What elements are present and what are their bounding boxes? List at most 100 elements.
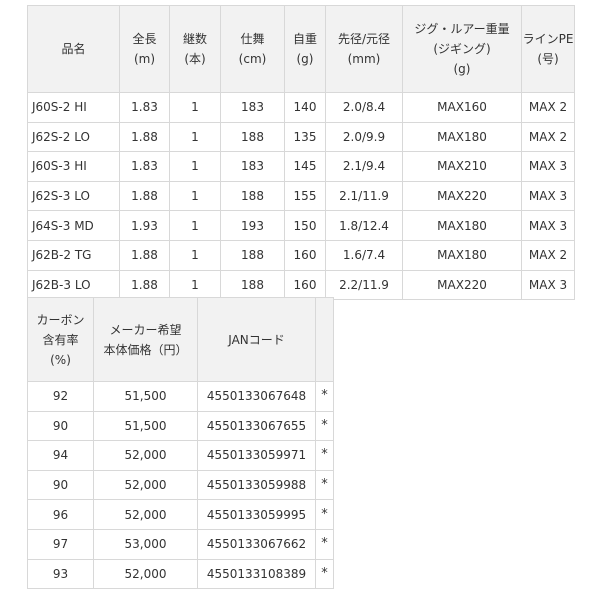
spec-table: 品名 全長 (m) 継数 (本) 仕舞 (cm) 自重 (g) 先径/元径 (mm) ジグ・ルアー重量…	[27, 5, 575, 301]
spec-cell: 1.88	[119, 269, 170, 301]
spec-header-line: 仕舞	[240, 32, 265, 46]
spec-cell: J62S-3 LO	[27, 180, 120, 212]
spec-cell: 2.0/8.4	[325, 92, 403, 123]
price-cell: 4550133059995	[197, 499, 316, 530]
spec-cell: 1.83	[119, 151, 170, 182]
price-cell: 52,000	[93, 499, 198, 530]
price-cell: 4550133067662	[197, 528, 316, 560]
table-row: J64S-3 MD 1.93 1 193 150 1.8/12.4 MAX180 MAX 3	[27, 210, 575, 241]
spec-header-cell: 先径/元径 (mm)	[325, 5, 403, 93]
price-cell: 51,500	[93, 381, 198, 412]
spec-cell: J62B-3 LO	[27, 269, 120, 301]
price-header-cell: カーボン 含有率 (%)	[27, 297, 94, 382]
spec-cell: MAX220	[402, 269, 522, 301]
spec-cell: 150	[284, 210, 326, 241]
table-row: J62B-3 LO 1.88 1 188 160 2.2/11.9 MAX220 MAX 3	[27, 269, 575, 301]
spec-cell: MAX180	[402, 121, 522, 153]
price-header-line: 本体価格（円）	[103, 342, 188, 357]
price-cell: 92	[27, 381, 94, 412]
price-cell: 97	[27, 528, 94, 560]
spec-cell: 160	[284, 239, 326, 271]
price-cell: 96	[27, 499, 94, 530]
spec-cell: MAX 3	[521, 151, 575, 182]
spec-cell: 183	[220, 92, 285, 123]
table-row: 93 52,000 4550133108389 *	[27, 558, 334, 590]
spec-cell: 1	[169, 269, 221, 301]
spec-cell: MAX 2	[521, 239, 575, 271]
spec-cell: 1	[169, 239, 221, 271]
spec-header-line: 先径/元径	[337, 32, 391, 46]
spec-cell: MAX 3	[521, 269, 575, 301]
spec-cell: MAX 3	[521, 180, 575, 212]
spec-cell: 1.8/12.4	[325, 210, 403, 241]
price-cell: 52,000	[93, 558, 198, 590]
spec-header-line: (m)	[133, 52, 156, 66]
price-header-line: 含有率	[42, 332, 79, 347]
spec-cell: MAX180	[402, 210, 522, 241]
price-cell: 94	[27, 440, 94, 471]
spec-header-line: (cm)	[238, 52, 267, 66]
price-body: 92 51,500 4550133067648 * 90 51,500 4550133067…	[27, 381, 334, 590]
price-cell: 4550133108389	[197, 558, 316, 590]
spec-cell: MAX 3	[521, 210, 575, 241]
price-cell: 51,500	[93, 410, 198, 442]
spec-cell: J60S-3 HI	[27, 151, 120, 182]
spec-header-line: 継数	[182, 32, 207, 46]
price-header-row: カーボン 含有率 (%) メーカー希望 本体価格（円） JANコード	[27, 297, 334, 382]
spec-cell: 135	[284, 121, 326, 153]
spec-cell: 160	[284, 269, 326, 301]
spec-cell: 145	[284, 151, 326, 182]
spec-cell: J62S-2 LO	[27, 121, 120, 153]
spec-cell: 1	[169, 210, 221, 241]
spec-cell: 1.88	[119, 180, 170, 212]
spec-cell: 188	[220, 121, 285, 153]
spec-header-cell: 全長 (m)	[119, 5, 170, 93]
price-cell: *	[315, 381, 334, 412]
spec-cell: MAX 2	[521, 92, 575, 123]
spec-cell: 188	[220, 180, 285, 212]
table-row: 92 51,500 4550133067648 *	[27, 381, 334, 412]
spec-cell: 183	[220, 151, 285, 182]
price-header-line: (%)	[50, 352, 71, 367]
spec-header-cell: 品名	[27, 5, 120, 93]
spec-cell: 2.2/11.9	[325, 269, 403, 301]
spec-cell: 1	[169, 180, 221, 212]
table-row: J60S-3 HI 1.83 1 183 145 2.1/9.4 MAX210 MAX 3	[27, 151, 575, 182]
spec-header-cell: 継数 (本)	[169, 5, 221, 93]
spec-header-line: ジグ・ルアー重量	[414, 22, 510, 36]
price-cell: *	[315, 558, 334, 590]
spec-header-line: (g)	[296, 52, 314, 66]
price-header-cell: メーカー希望 本体価格（円）	[93, 297, 198, 382]
price-header-line: JANコード	[228, 332, 285, 347]
spec-cell: MAX 2	[521, 121, 575, 153]
table-row: J62S-3 LO 1.88 1 188 155 2.1/11.9 MAX220 MAX 3	[27, 180, 575, 212]
spec-cell: 2.1/11.9	[325, 180, 403, 212]
spec-cell: J64S-3 MD	[27, 210, 120, 241]
spec-body: J60S-2 HI 1.83 1 183 140 2.0/8.4 MAX160 MAX 2 J6…	[27, 92, 575, 301]
spec-header-line: (g)	[453, 62, 471, 76]
table-row: 90 51,500 4550133067655 *	[27, 410, 334, 442]
price-cell: 4550133059971	[197, 440, 316, 471]
spec-cell: 193	[220, 210, 285, 241]
spec-cell: MAX180	[402, 239, 522, 271]
spec-header-line: (号)	[537, 52, 559, 66]
spec-cell: 140	[284, 92, 326, 123]
spec-header-cell: ジグ・ルアー重量 (ジギング) (g)	[402, 5, 522, 93]
spec-cell: MAX210	[402, 151, 522, 182]
spec-cell: 1	[169, 151, 221, 182]
table-row: J62B-2 TG 1.88 1 188 160 1.6/7.4 MAX180 MAX 2	[27, 239, 575, 271]
price-cell: 53,000	[93, 528, 198, 560]
price-cell: 4550133059988	[197, 469, 316, 501]
spec-header-cell: 仕舞 (cm)	[220, 5, 285, 93]
table-row: J60S-2 HI 1.83 1 183 140 2.0/8.4 MAX160 MAX 2	[27, 92, 575, 123]
spec-header-line: (本)	[184, 52, 206, 66]
spec-cell: J62B-2 TG	[27, 239, 120, 271]
spec-cell: 1.83	[119, 92, 170, 123]
spec-cell: MAX160	[402, 92, 522, 123]
price-cell: 4550133067655	[197, 410, 316, 442]
spec-cell: 188	[220, 269, 285, 301]
price-table: カーボン 含有率 (%) メーカー希望 本体価格（円） JANコード 92 51,500 45…	[27, 297, 334, 590]
spec-cell: 1.88	[119, 239, 170, 271]
spec-cell: 1.88	[119, 121, 170, 153]
price-cell: *	[315, 499, 334, 530]
